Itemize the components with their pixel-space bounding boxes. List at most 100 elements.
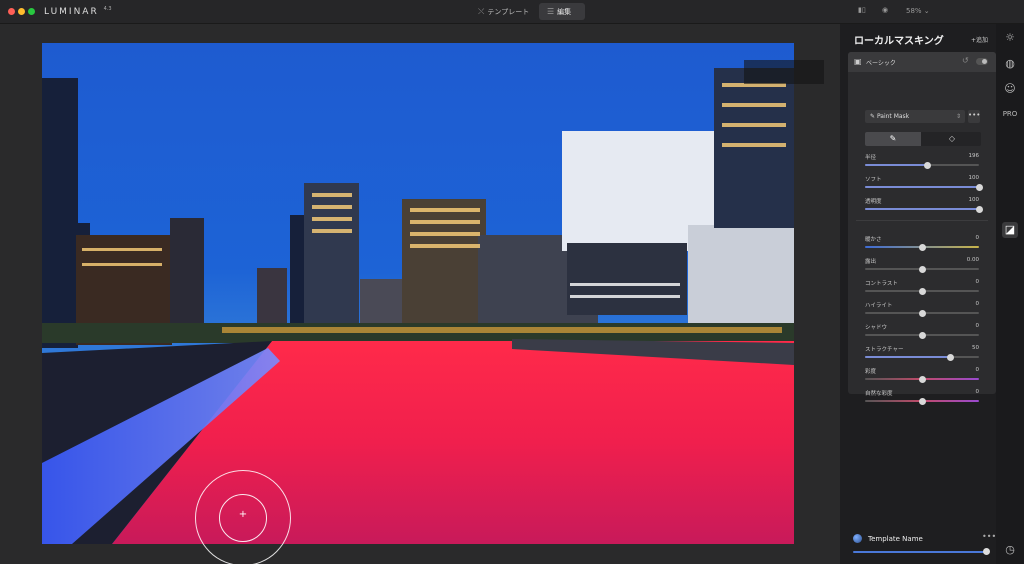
brush-slider-1[interactable]: ソフト 100 — [865, 175, 983, 193]
slider-label: ストラクチャー — [865, 347, 904, 353]
eye-icon[interactable]: ◉ — [882, 6, 888, 14]
sun-icon[interactable]: ☼ — [1002, 30, 1018, 46]
local-masking-panel: ローカルマスキング +追加 ▣ ベーシック ↺ ✎ Paint Mask ⇕ •… — [840, 24, 996, 564]
slider-fill — [865, 164, 928, 166]
template-amount-knob[interactable] — [983, 548, 990, 555]
slider-value: 0 — [975, 389, 980, 395]
slider-knob[interactable] — [918, 397, 926, 405]
slider-track[interactable] — [865, 287, 979, 295]
slider-value: 100 — [968, 175, 980, 181]
mask-layer-card: ▣ ベーシック ↺ ✎ Paint Mask ⇕ ••• ✎ ◇ 半径 196 ソフ… — [848, 52, 996, 405]
brush-slider-0[interactable]: 半径 196 — [865, 153, 979, 171]
adjust-slider-6[interactable]: 彩度 0 — [865, 367, 979, 385]
brush-slider-2[interactable]: 透明度 100 — [865, 197, 983, 215]
local-mask-icon[interactable]: ◪ — [1002, 222, 1018, 238]
slider-track[interactable] — [865, 265, 979, 273]
photo-preview[interactable] — [42, 43, 794, 544]
slider-value: 0 — [975, 301, 980, 307]
adjust-slider-7[interactable]: 自然な彩度 0 — [865, 389, 979, 407]
title-bar: LUMINAR 4.3 ⤬ テンプレート ☰ 編集 ▮▯ ◉ 58% ⌄ — [0, 0, 1024, 24]
sliders-icon: ☰ — [547, 7, 555, 16]
adjust-slider-3[interactable]: ハイライト 0 — [865, 301, 979, 319]
slider-knob[interactable] — [918, 243, 926, 251]
tab-edit[interactable]: ☰ 編集 — [539, 3, 585, 20]
layer-header[interactable]: ▣ ベーシック ↺ — [848, 52, 996, 72]
reset-icon[interactable]: ↺ — [962, 56, 969, 65]
face-icon[interactable]: ☺ — [1002, 81, 1018, 97]
template-bar: Template Name ••• — [840, 524, 996, 564]
slider-fill — [865, 356, 951, 358]
templates-icon: ⤬ — [478, 7, 485, 16]
app-logo: LUMINAR 4.3 — [44, 6, 112, 17]
layer-toggle[interactable] — [976, 58, 988, 65]
slider-knob[interactable] — [918, 375, 926, 383]
slider-track[interactable] — [865, 205, 983, 213]
close-window-button[interactable] — [8, 8, 15, 15]
slider-label: ハイライト — [865, 303, 893, 309]
tab-templates[interactable]: ⤬ テンプレート — [470, 3, 537, 20]
zoom-level[interactable]: 58% ⌄ — [906, 7, 930, 15]
slider-track[interactable] — [865, 309, 979, 317]
mask-type-label: Paint Mask — [876, 113, 910, 120]
eraser-tool-button[interactable]: ◇ — [923, 132, 981, 146]
slider-label: 半径 — [865, 155, 877, 161]
adjust-slider-0[interactable]: 暖かさ 0 — [865, 235, 979, 253]
slider-label: 暖かさ — [865, 237, 882, 243]
slider-knob[interactable] — [947, 353, 954, 361]
tab-templates-label: テンプレート — [487, 8, 530, 16]
slider-fill — [865, 208, 979, 210]
slider-track[interactable] — [865, 243, 979, 251]
minimize-window-button[interactable] — [18, 8, 25, 15]
slider-track[interactable] — [865, 183, 983, 191]
layer-name: ベーシック — [866, 60, 896, 67]
slider-knob[interactable] — [918, 265, 926, 273]
camera-icon: ▣ — [854, 57, 862, 66]
palette-icon[interactable]: ◍ — [1002, 56, 1018, 72]
adjust-slider-1[interactable]: 露出 0.00 — [865, 257, 979, 275]
slider-knob[interactable] — [918, 331, 926, 339]
chevron-updown-icon: ⇕ — [955, 113, 961, 120]
slider-track[interactable] — [865, 353, 979, 361]
slider-label: 露出 — [865, 259, 877, 265]
image-canvas[interactable] — [0, 24, 840, 564]
brush-tool-button[interactable]: ✎ — [865, 132, 921, 146]
slider-knob[interactable] — [918, 287, 926, 295]
slider-track[interactable] — [865, 397, 979, 405]
adjust-slider-2[interactable]: コントラスト 0 — [865, 279, 979, 297]
slider-label: 透明度 — [865, 199, 882, 205]
slider-knob[interactable] — [918, 309, 926, 317]
compare-icon[interactable]: ▮▯ — [858, 6, 866, 14]
section-divider — [856, 220, 988, 221]
adjust-slider-5[interactable]: ストラクチャー 50 — [865, 345, 979, 363]
slider-value: 0.00 — [966, 257, 979, 263]
brush-icon: ✎ — [889, 134, 897, 143]
slider-track[interactable] — [865, 331, 979, 339]
slider-knob[interactable] — [924, 161, 932, 169]
zoom-window-button[interactable] — [28, 8, 35, 15]
template-name: Template Name — [868, 535, 923, 543]
template-more-button[interactable]: ••• — [982, 532, 996, 541]
slider-value: 100 — [968, 197, 980, 203]
slider-value: 196 — [968, 153, 980, 159]
mask-type-select[interactable]: ✎ Paint Mask ⇕ — [865, 110, 965, 123]
slider-track[interactable] — [865, 161, 979, 169]
slider-knob[interactable] — [975, 183, 983, 191]
slider-knob[interactable] — [975, 205, 983, 213]
add-layer-button[interactable]: +追加 — [971, 35, 988, 44]
slider-track[interactable] — [865, 375, 979, 383]
pro-icon[interactable]: PRO — [1002, 106, 1018, 122]
adjust-slider-4[interactable]: シャドウ 0 — [865, 323, 979, 341]
brush-center-icon: + — [238, 509, 248, 520]
brush-mode-switch: ✎ ◇ — [865, 132, 981, 146]
slider-label: 自然な彩度 — [865, 391, 893, 397]
slider-label: 彩度 — [865, 369, 877, 375]
panel-title: ローカルマスキング — [854, 36, 944, 47]
eraser-icon: ◇ — [948, 134, 956, 143]
slider-value: 0 — [975, 323, 980, 329]
paint-icon: ✎ — [870, 113, 877, 120]
template-amount-slider[interactable] — [853, 551, 987, 553]
slider-fill — [865, 186, 979, 188]
mask-more-button[interactable]: ••• — [968, 110, 980, 123]
slider-label: コントラスト — [865, 281, 898, 287]
history-icon[interactable]: ◷ — [1002, 542, 1018, 558]
